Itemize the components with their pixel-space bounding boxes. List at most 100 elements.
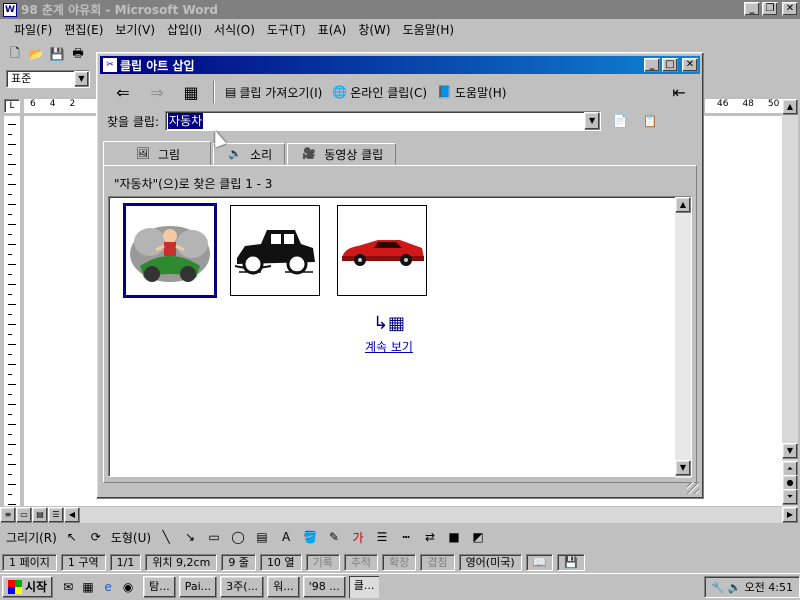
volume-icon[interactable]: 🔈 (728, 581, 742, 594)
menu-help[interactable]: 도움말(H) (397, 21, 461, 38)
select-pointer-icon[interactable]: ↖ (63, 528, 81, 546)
scroll-up-icon[interactable]: ▲ (782, 99, 798, 115)
3d-icon[interactable]: ◩ (469, 528, 487, 546)
menu-file[interactable]: 파일(F) (8, 21, 58, 38)
arrow-icon[interactable]: ↘ (181, 528, 199, 546)
menu-tools[interactable]: 도구(T) (261, 21, 312, 38)
print-icon[interactable]: 🖶 (69, 45, 87, 63)
task-clipart[interactable]: 클... (348, 576, 380, 598)
web-view-icon[interactable]: ▭ (16, 507, 32, 523)
keep-looking[interactable]: ↳▦ 계속 보기 (365, 313, 413, 355)
task-word-3[interactable]: '98 ... (302, 576, 346, 598)
status-trk[interactable]: 추적 (343, 553, 379, 571)
task-word-2[interactable]: 워... (267, 576, 300, 598)
scroll-down-icon[interactable]: ▼ (675, 460, 691, 476)
help-button[interactable]: 📘 도움말(H) (437, 84, 506, 101)
find-clips-input[interactable]: 자동차 ▼ (165, 111, 602, 131)
autoshapes-menu[interactable]: 도형(U) (111, 529, 151, 546)
print-view-icon[interactable]: ▤ (32, 507, 48, 523)
chevron-down-icon[interactable]: ▼ (74, 71, 89, 87)
status-ovr[interactable]: 겹침 (420, 553, 455, 571)
style-combo[interactable]: 표준 ▼ (6, 70, 90, 88)
tab-selector[interactable]: L (4, 99, 20, 113)
tab-motion-clips[interactable]: 🎥 동영상 클립 (287, 143, 397, 165)
open-folder-icon[interactable]: 📂 (27, 45, 45, 63)
paste-icon[interactable]: 📋 (639, 110, 661, 132)
vertical-scrollbar[interactable]: ▲ ▼ ⏶ ● ⏷ (782, 99, 798, 507)
task-word-1[interactable]: 3주(... (220, 576, 265, 598)
status-language[interactable]: 영어(미국) (458, 553, 522, 571)
restore-button[interactable]: ❐ (762, 2, 778, 16)
scroll-left-icon[interactable]: ◀ (64, 507, 80, 523)
draw-menu[interactable]: 그리기(R) (6, 529, 57, 546)
ie-icon[interactable]: e (100, 579, 116, 595)
normal-view-icon[interactable]: ≡ (0, 507, 16, 523)
font-color-icon[interactable]: 가 (349, 528, 367, 546)
clock[interactable]: 오전 4:51 (745, 579, 793, 595)
tab-pictures[interactable]: 🖼 그림 (103, 141, 212, 167)
spelling-book-icon[interactable]: 📖 (525, 553, 554, 571)
all-categories-icon[interactable]: ▦ (179, 83, 203, 102)
status-rec[interactable]: 기록 (305, 553, 340, 571)
word-app-icon[interactable]: W (3, 2, 17, 17)
scroll-down-icon[interactable]: ▼ (782, 443, 798, 459)
results-scrollbar[interactable]: ▲ ▼ (675, 197, 691, 478)
textbox-icon[interactable]: ▤ (253, 528, 271, 546)
menu-insert[interactable]: 삽입(I) (161, 21, 208, 38)
close-button[interactable]: ✕ (782, 2, 798, 16)
dash-style-icon[interactable]: ┅ (397, 528, 415, 546)
oval-icon[interactable]: ◯ (229, 528, 247, 546)
channels-icon[interactable]: ◉ (120, 579, 136, 595)
menu-view[interactable]: 보기(V) (109, 21, 161, 38)
keep-looking-link[interactable]: 계속 보기 (365, 338, 413, 355)
dialog-maximize-button[interactable]: □ (662, 58, 678, 72)
change-to-small-window-icon[interactable]: ⇤ (667, 83, 691, 102)
shadow-icon[interactable]: ■ (445, 528, 463, 546)
forward-arrow-icon[interactable]: ⇒ (145, 83, 169, 102)
dialog-minimize-button[interactable]: _ (644, 58, 660, 72)
online-clips-button[interactable]: 🌐 온라인 클립(C) (332, 84, 427, 101)
tray-icon[interactable]: 🔧 (711, 581, 725, 594)
fill-color-icon[interactable]: 🪣 (301, 528, 319, 546)
outlook-icon[interactable]: ✉ (60, 579, 76, 595)
next-page-icon[interactable]: ⏷ (782, 489, 798, 505)
main-title-bar[interactable]: W 98 춘계 야유회 - Microsoft Word _ ❐ ✕ (0, 0, 800, 19)
line-color-icon[interactable]: ✎ (325, 528, 343, 546)
task-explorer[interactable]: 탐... (143, 576, 176, 598)
resize-grip[interactable] (687, 482, 699, 494)
back-arrow-icon[interactable]: ⇐ (111, 83, 135, 102)
line-style-icon[interactable]: ☰ (373, 528, 391, 546)
menu-table[interactable]: 표(A) (312, 21, 353, 38)
minimize-button[interactable]: _ (744, 2, 760, 16)
menu-edit[interactable]: 편집(E) (58, 21, 109, 38)
dialog-close-button[interactable]: ✕ (682, 58, 698, 72)
horizontal-scrollbar[interactable]: ≡ ▭ ▤ ☰ ◀ ▶ (0, 507, 798, 523)
ruler-tick (8, 464, 16, 465)
free-rotate-icon[interactable]: ⟳ (87, 528, 105, 546)
wordart-icon[interactable]: A (277, 528, 295, 546)
new-document-icon[interactable]: 🗋 (6, 45, 24, 63)
dialog-title-bar[interactable]: ✂ 클립 아트 삽입 _ □ ✕ (100, 56, 700, 74)
task-paint[interactable]: Pai... (178, 576, 218, 598)
rectangle-icon[interactable]: ▭ (205, 528, 223, 546)
save-icon[interactable]: 💾 (48, 45, 66, 63)
show-desktop-icon[interactable]: ▦ (80, 579, 96, 595)
menu-window[interactable]: 창(W) (352, 21, 396, 38)
scroll-up-icon[interactable]: ▲ (675, 197, 691, 213)
start-button[interactable]: 시작 (2, 576, 54, 598)
clip-thumbnail-vintage-car[interactable] (230, 205, 320, 296)
status-ext[interactable]: 확장 (382, 553, 417, 571)
tab-sounds[interactable]: 🔈 소리 (213, 143, 286, 165)
line-icon[interactable]: ╲ (157, 528, 175, 546)
menu-format[interactable]: 서식(O) (208, 21, 261, 38)
arrow-style-icon[interactable]: ⇄ (421, 528, 439, 546)
import-clips-button[interactable]: ▤ 클립 가져오기(I) (225, 84, 322, 101)
copy-icon[interactable]: 📄 (609, 110, 631, 132)
import-clips-icon: ▤ (225, 85, 237, 99)
clip-thumbnail-red-sports-car[interactable] (337, 205, 427, 296)
ruler-tick (8, 144, 16, 145)
clip-thumbnail-accident[interactable] (123, 203, 217, 298)
scroll-right-icon[interactable]: ▶ (782, 507, 798, 523)
outline-view-icon[interactable]: ☰ (48, 507, 64, 523)
chevron-down-icon[interactable]: ▼ (584, 112, 601, 130)
